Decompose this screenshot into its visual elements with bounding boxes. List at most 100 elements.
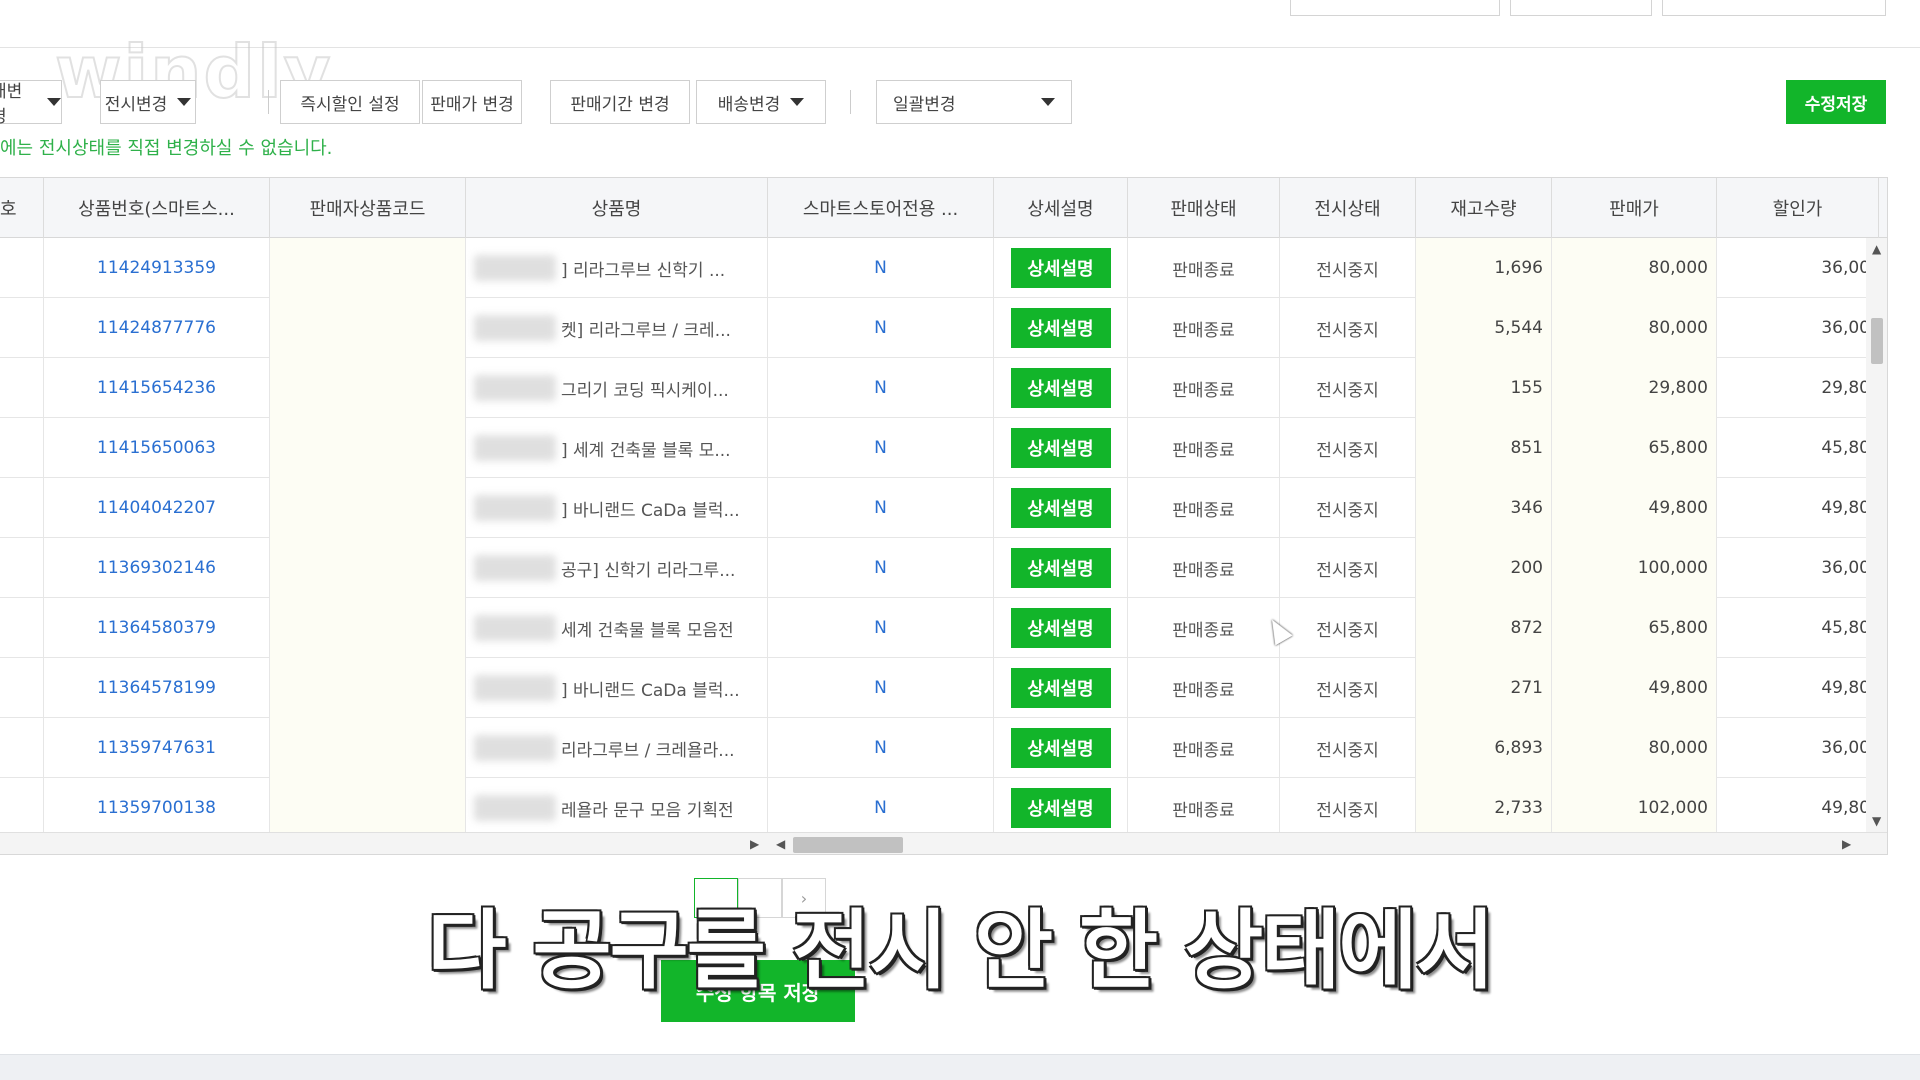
sale-status-cell: 판매종료 — [1128, 718, 1280, 778]
display-status-cell: 전시중지 — [1280, 298, 1416, 358]
detail-cell: 상세설명 — [994, 778, 1128, 838]
toolbar-button-4[interactable]: 판매기간 변경 — [550, 80, 690, 124]
product-number-link[interactable]: 11359747631 — [44, 718, 270, 778]
stock-cell: 346 — [1416, 478, 1552, 538]
excel-download-button[interactable] — [1662, 0, 1886, 16]
table-row[interactable]: 11369302146 공구] 신학기 리라그루... N 상세설명 판매종료 전시중지 2… — [0, 538, 1879, 598]
price-cell: 80,000 — [1552, 298, 1717, 358]
product-number-link[interactable]: 11364578199 — [44, 658, 270, 718]
exclusive-flag-cell: N — [768, 658, 994, 718]
blurred-brand-prefix — [474, 675, 556, 701]
blurred-brand-prefix — [474, 315, 556, 341]
scroll-down-icon[interactable]: ▼ — [1872, 814, 1881, 828]
table-row[interactable]: 11404042207] 바니랜드 CaDa 블럭... N 상세설명 판매종료 전시중… — [0, 478, 1879, 538]
vertical-scroll-thumb[interactable] — [1871, 318, 1883, 364]
table-row[interactable]: 11424913359] 리라그루브 신학기 ... N 상세설명 판매종료 전시중지 1… — [0, 238, 1879, 298]
product-name-text: 그리기 코딩 픽시케이... — [561, 380, 729, 401]
column-header-5[interactable]: 상세설명 — [994, 178, 1128, 238]
detail-description-button[interactable]: 상세설명 — [1010, 248, 1111, 288]
vertical-scrollbar[interactable]: ▲ ▼ — [1866, 238, 1887, 832]
bulk-change-select[interactable]: 일괄변경 — [876, 80, 1072, 124]
discount-price-cell: 45,80 — [1717, 598, 1879, 658]
column-header-6[interactable]: 판매상태 — [1128, 178, 1280, 238]
product-name-text: ] 리라그루브 신학기 ... — [561, 260, 726, 281]
table-row[interactable]: 11364580379 세계 건축물 블록 모음전 N 상세설명 판매종료 전시중지 872… — [0, 598, 1879, 658]
detail-description-button[interactable]: 상세설명 — [1010, 488, 1111, 528]
toolbar-button-2[interactable]: 즉시할인 설정 — [280, 80, 420, 124]
table-row[interactable]: 11415654236 그리기 코딩 픽시케이... N 상세설명 판매종료 전시중지 15… — [0, 358, 1879, 418]
scroll-right-icon[interactable]: ▶ — [750, 837, 759, 851]
product-name-cell: 레욜라 문구 모음 기획전 — [466, 778, 768, 838]
product-name-text: 켓] 리라그루브 / 크레... — [561, 320, 731, 341]
stock-cell: 6,893 — [1416, 718, 1552, 778]
table-row[interactable]: 11359700138 레욜라 문구 모음 기획전 N 상세설명 판매종료 전시중지 2,7… — [0, 778, 1879, 838]
row-check-cell — [0, 718, 44, 778]
toolbar-divider — [850, 90, 851, 114]
product-number-link[interactable]: 11415650063 — [44, 418, 270, 478]
detail-cell: 상세설명 — [994, 538, 1128, 598]
column-header-9[interactable]: 판매가 — [1552, 178, 1717, 238]
detail-cell: 상세설명 — [994, 718, 1128, 778]
detail-description-button[interactable]: 상세설명 — [1010, 608, 1111, 648]
toolbar-button-5[interactable]: 배송변경 — [696, 80, 826, 124]
table-row[interactable]: 11415650063] 세계 건축물 블록 모... N 상세설명 판매종료 전시중지… — [0, 418, 1879, 478]
blurred-brand-prefix — [474, 795, 556, 821]
product-number-link[interactable]: 11424913359 — [44, 238, 270, 298]
row-check-cell — [0, 778, 44, 838]
column-header-7[interactable]: 전시상태 — [1280, 178, 1416, 238]
blurred-brand-prefix — [474, 495, 556, 521]
column-header-8[interactable]: 재고수량 — [1416, 178, 1552, 238]
top-select-2[interactable] — [1510, 0, 1652, 16]
column-header-2[interactable]: 판매자상품코드 — [270, 178, 466, 238]
product-number-link[interactable]: 11424877776 — [44, 298, 270, 358]
detail-description-button[interactable]: 상세설명 — [1010, 308, 1111, 348]
toolbar-button-label: 배송변경 — [717, 94, 781, 115]
detail-description-button[interactable]: 상세설명 — [1010, 368, 1111, 408]
column-header-1[interactable]: 상품번호(스마트스... — [44, 178, 270, 238]
detail-description-button[interactable]: 상세설명 — [1010, 428, 1111, 468]
column-header-0[interactable]: 호 — [0, 178, 44, 238]
top-select-1[interactable] — [1290, 0, 1500, 16]
save-changes-button[interactable]: 수정저장 — [1786, 80, 1886, 124]
product-number-link[interactable]: 11369302146 — [44, 538, 270, 598]
product-number-link[interactable]: 11359700138 — [44, 778, 270, 838]
horizontal-scrollbar[interactable]: ▶ ◀ ▶ — [0, 832, 1887, 854]
table-row[interactable]: 11424877776 켓] 리라그루브 / 크레... N 상세설명 판매종료 전시중지… — [0, 298, 1879, 358]
detail-description-button[interactable]: 상세설명 — [1010, 668, 1111, 708]
detail-description-button[interactable]: 상세설명 — [1010, 788, 1111, 828]
column-header-3[interactable]: 상품명 — [466, 178, 768, 238]
product-number-link[interactable]: 11404042207 — [44, 478, 270, 538]
detail-cell: 상세설명 — [994, 478, 1128, 538]
horizontal-scroll-thumb[interactable] — [793, 837, 903, 853]
toolbar-button-1[interactable]: 전시변경 — [100, 80, 196, 124]
table-row[interactable]: 11359747631 리라그루브 / 크레욜라... N 상세설명 판매종료 전시중지 6… — [0, 718, 1879, 778]
product-name-cell: ] 바니랜드 CaDa 블럭... — [466, 478, 768, 538]
discount-price-cell: 36,00 — [1717, 238, 1879, 298]
detail-description-button[interactable]: 상세설명 — [1010, 728, 1111, 768]
stock-cell: 2,733 — [1416, 778, 1552, 838]
detail-cell: 상세설명 — [994, 358, 1128, 418]
discount-price-cell: 49,80 — [1717, 478, 1879, 538]
product-name-cell: ] 바니랜드 CaDa 블럭... — [466, 658, 768, 718]
product-name-text: 세계 건축물 블록 모음전 — [561, 620, 734, 641]
exclusive-flag-cell: N — [768, 298, 994, 358]
exclusive-flag-cell: N — [768, 598, 994, 658]
column-header-10[interactable]: 할인가 — [1717, 178, 1879, 238]
toolbar-button-0[interactable]: 매변경 — [0, 80, 62, 127]
toolbar-button-3[interactable]: 판매가 변경 — [422, 80, 522, 124]
table-row[interactable]: 11364578199] 바니랜드 CaDa 블럭... N 상세설명 판매종료 전시중… — [0, 658, 1879, 718]
product-number-link[interactable]: 11364580379 — [44, 598, 270, 658]
product-name-text: ] 바니랜드 CaDa 블럭... — [561, 680, 740, 701]
column-header-4[interactable]: 스마트스토어전용 ... — [768, 178, 994, 238]
product-grid: 호 상품번호(스마트스... 판매자상품코드 상품명 스마트스토어전용 ... 상세설명 판… — [0, 177, 1888, 855]
scroll-right-end-icon[interactable]: ▶ — [1842, 837, 1851, 851]
product-name-cell: 리라그루브 / 크레욜라... — [466, 718, 768, 778]
seller-code-cell — [270, 238, 466, 298]
price-cell: 80,000 — [1552, 718, 1717, 778]
stock-cell: 851 — [1416, 418, 1552, 478]
detail-description-button[interactable]: 상세설명 — [1010, 548, 1111, 588]
scroll-up-icon[interactable]: ▲ — [1872, 242, 1881, 256]
product-number-link[interactable]: 11415654236 — [44, 358, 270, 418]
scroll-left-icon[interactable]: ◀ — [776, 837, 785, 851]
seller-code-cell — [270, 538, 466, 598]
